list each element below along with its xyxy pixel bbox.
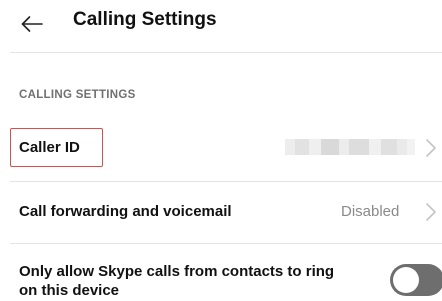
- calling-settings-screen: Calling Settings CALLING SETTINGS Caller…: [0, 0, 442, 301]
- caller-id-label: Caller ID: [19, 139, 80, 156]
- call-forwarding-value: Disabled: [341, 203, 400, 220]
- contacts-only-label-line1: Only allow Skype calls from contacts to …: [19, 263, 335, 280]
- header-divider: [10, 52, 442, 53]
- call-forwarding-row[interactable]: Call forwarding and voicemail Disabled: [0, 182, 442, 242]
- contacts-only-label-line2: on this device: [19, 282, 120, 299]
- header-bar: Calling Settings: [0, 0, 442, 48]
- caller-id-value-blurred: [285, 139, 415, 155]
- call-forwarding-label: Call forwarding and voicemail: [19, 203, 232, 220]
- chevron-right-icon: [426, 139, 436, 157]
- back-arrow-icon: [21, 16, 43, 32]
- section-title: CALLING SETTINGS: [19, 89, 136, 101]
- toggle-knob: [393, 267, 419, 293]
- row-divider: [10, 243, 442, 244]
- contacts-only-toggle[interactable]: [390, 264, 442, 296]
- chevron-right-icon: [426, 203, 436, 221]
- contacts-only-label: Only allow Skype calls from contacts to …: [19, 262, 379, 300]
- page-title: Calling Settings: [73, 9, 217, 30]
- caller-id-row[interactable]: Caller ID: [0, 120, 442, 180]
- back-button[interactable]: [14, 6, 50, 42]
